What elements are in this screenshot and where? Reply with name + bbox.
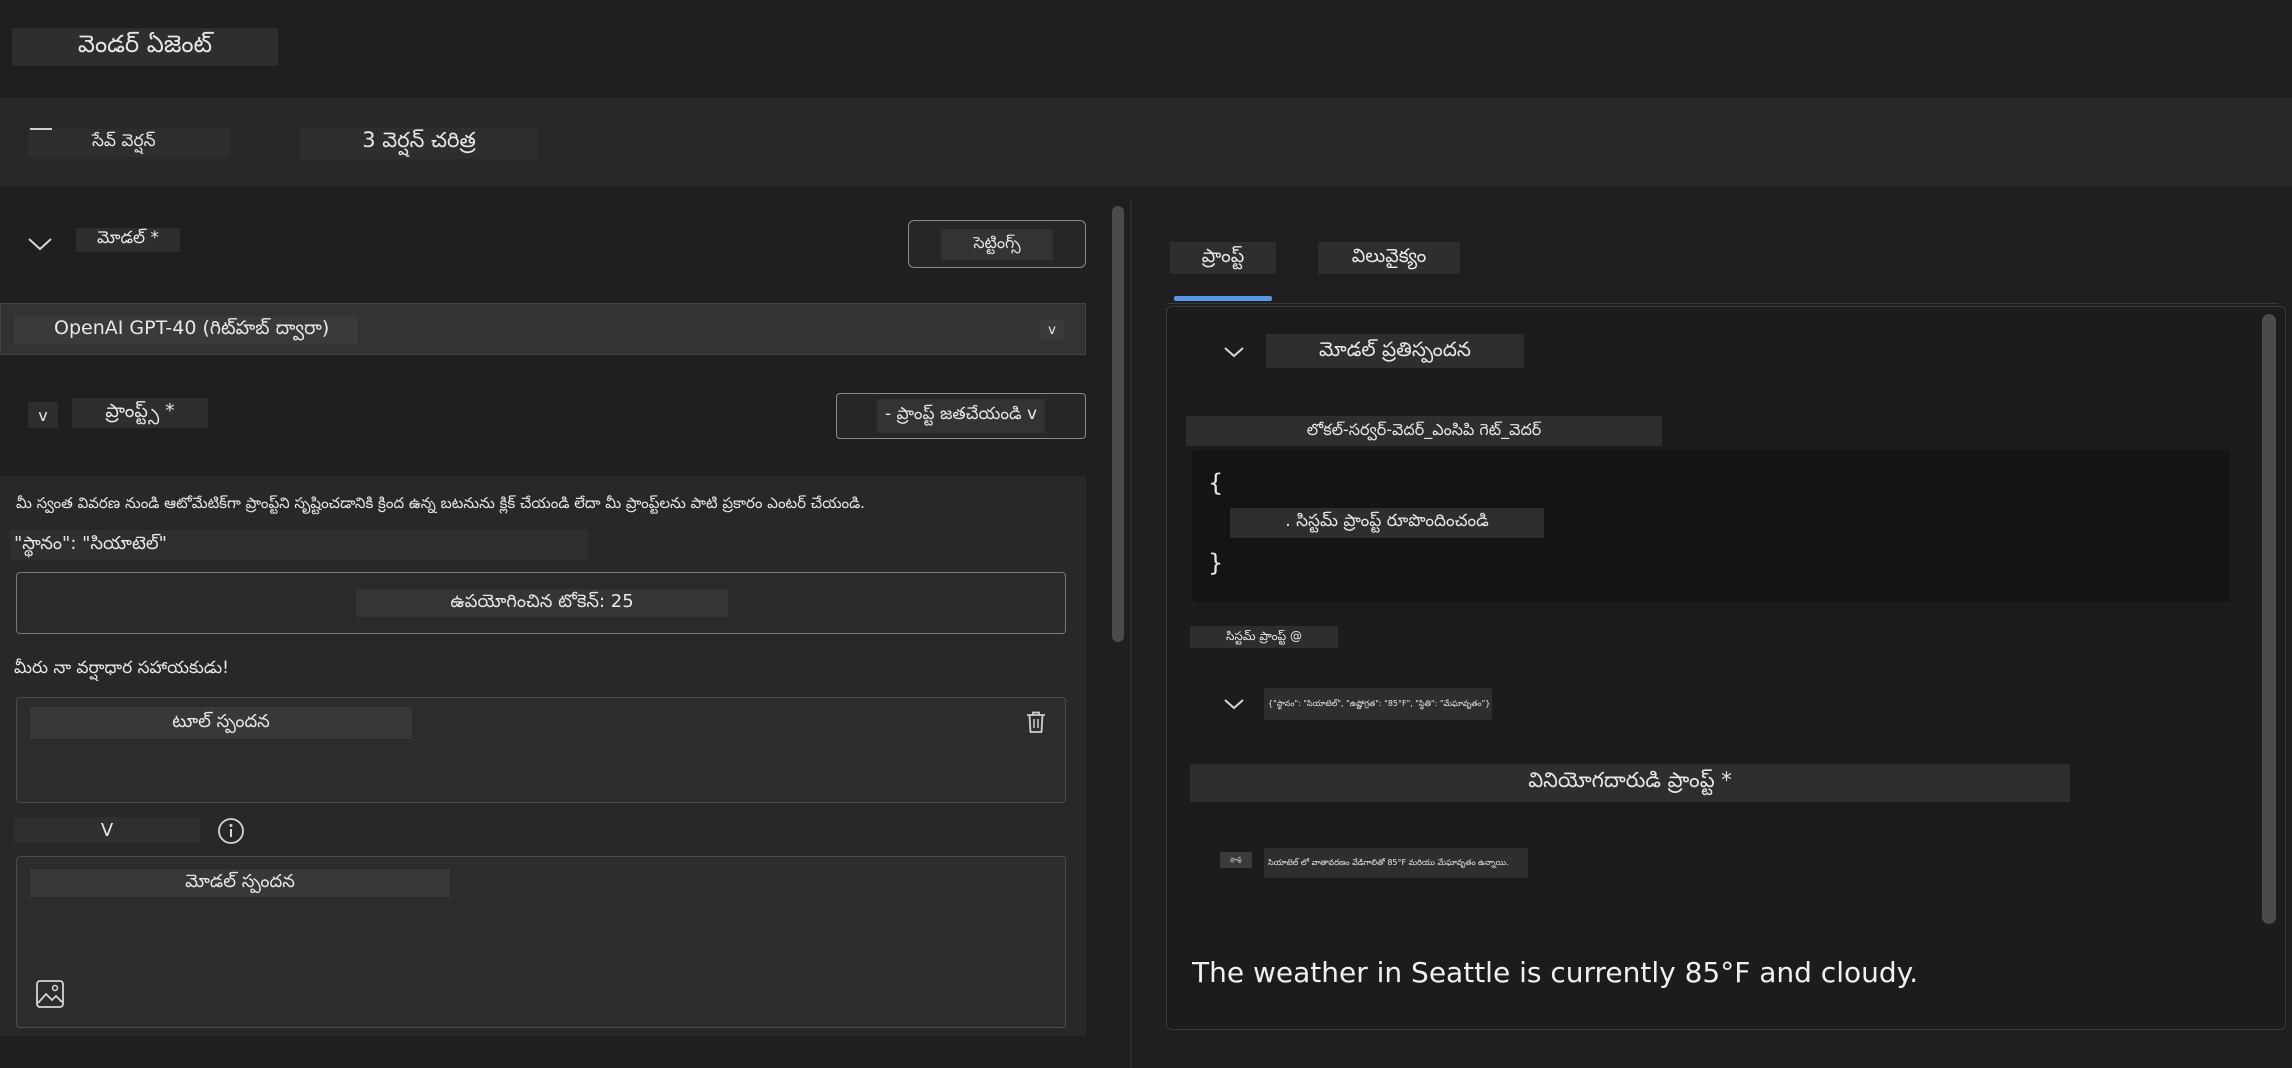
- prompts-section-label: ప్రాంప్ట్స్ *: [72, 398, 208, 428]
- tool-result-json: {"స్థానం": "సియాటెల్", "ఉష్ణోగ్రత": "85°…: [1264, 688, 1492, 720]
- code-close-brace: }: [1208, 549, 1224, 577]
- location-text: "స్థానం": "సియాటెల్": [10, 530, 588, 560]
- chevron-down-icon[interactable]: [1220, 690, 1248, 718]
- hint-text: మీ స్వంత వివరణ నుండి ఆటోమేటిక్‌గా ప్రాంప…: [16, 494, 865, 512]
- user-prompt-label: వినియోగదారుడి ప్రాంప్ట్ *: [1190, 764, 2070, 802]
- version-history-button[interactable]: 3 వెర్షన్ చరిత్ర: [300, 127, 538, 159]
- response-panel: [1166, 306, 2286, 1030]
- user-prompt-tag: ప్రాంప్ట్: [1220, 852, 1252, 868]
- system-message-text: మీరు నా వర్షాధార సహాయకుడు!: [14, 658, 229, 678]
- info-icon[interactable]: [216, 816, 246, 846]
- tab-prompt[interactable]: ప్రాంప్ట్: [1170, 242, 1276, 274]
- prompts-chevron[interactable]: v: [28, 402, 58, 428]
- model-select-value: OpenAI GPT-40 (గిట్‌హబ్ ద్వారా): [14, 316, 358, 344]
- tool-call-label: లోకల్-సర్వర్-వెదర్_ఎంసిపి గెట్_వెదర్: [1186, 416, 1662, 446]
- chevron-down-icon[interactable]: [24, 228, 56, 260]
- model-response-label: మోడల్ స్పందన: [30, 869, 450, 897]
- menu-dash-icon: [30, 128, 52, 130]
- save-version-button[interactable]: సేవ్ వెర్షన్: [28, 129, 230, 157]
- tokens-used-label: ఉపయోగించిన టోకెన్: 25: [356, 589, 728, 617]
- left-scrollbar[interactable]: [1112, 206, 1124, 642]
- settings-button-label: సెట్టింగ్స్: [941, 228, 1053, 260]
- trash-icon[interactable]: [1022, 708, 1050, 736]
- system-prompt-label: సిస్టమ్ ప్రాంప్ట్ @: [1190, 626, 1338, 648]
- title-bar: [0, 0, 2292, 98]
- role-select[interactable]: V: [14, 817, 200, 843]
- settings-button[interactable]: సెట్టింగ్స్: [908, 220, 1086, 268]
- model-output-text: The weather in Seattle is currently 85°F…: [1192, 955, 1919, 989]
- tab-evaluation[interactable]: విలువైక్యం: [1318, 242, 1460, 274]
- tool-response-label: టూల్ స్పందన: [30, 707, 412, 739]
- tabs-divider: [1168, 303, 2278, 304]
- code-open-brace: {: [1208, 469, 1224, 497]
- user-prompt-text: సియాటెల్ లో వాతావరణం వేడిగాలితో 85°F మరి…: [1264, 848, 1528, 878]
- add-prompt-button[interactable]: - ప్రాంప్ట్ జతచేయండి v: [836, 393, 1086, 439]
- chevron-down-icon[interactable]: v: [1040, 320, 1064, 340]
- code-line: . సిస్టమ్ ప్రాంప్ట్ రూపొందించండి: [1230, 508, 1544, 538]
- add-prompt-label: - ప్రాంప్ట్ జతచేయండి v: [876, 399, 1046, 433]
- right-scrollbar[interactable]: [2262, 314, 2276, 924]
- model-section-label: మోడల్ *: [76, 228, 180, 252]
- page-title: వెండర్ ఏజెంట్: [12, 28, 278, 66]
- active-tab-indicator: [1174, 296, 1272, 301]
- model-response-title: మోడల్ ప్రతిస్పందన: [1266, 334, 1524, 368]
- chevron-down-icon[interactable]: [1220, 338, 1248, 366]
- image-icon[interactable]: [34, 978, 66, 1010]
